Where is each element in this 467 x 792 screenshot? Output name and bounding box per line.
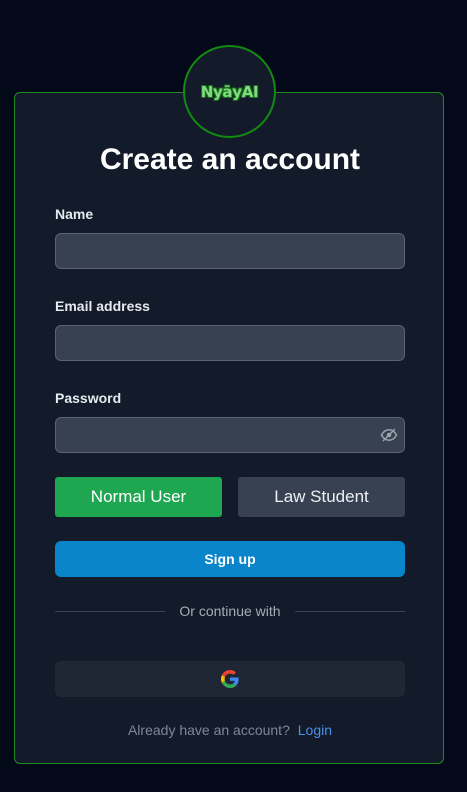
name-input[interactable]	[55, 233, 405, 269]
google-icon	[221, 670, 239, 688]
normal-user-button[interactable]: Normal User	[55, 477, 222, 517]
google-signin-button[interactable]	[55, 661, 405, 697]
password-input[interactable]	[55, 417, 405, 453]
login-prompt: Already have an account? Login	[0, 722, 460, 738]
login-link[interactable]: Login	[298, 722, 332, 738]
email-input[interactable]	[55, 325, 405, 361]
signup-button[interactable]: Sign up	[55, 541, 405, 577]
name-label: Name	[55, 206, 94, 222]
email-label: Email address	[55, 298, 150, 314]
logo-text: NyāyAI	[200, 82, 259, 101]
login-prompt-text: Already have an account?	[127, 722, 290, 738]
divider-left	[55, 611, 165, 612]
divider-text: Or continue with	[179, 603, 281, 619]
logo: NyāyAI	[183, 45, 276, 138]
password-label: Password	[55, 390, 122, 406]
eye-off-icon[interactable]	[380, 426, 398, 444]
law-student-button[interactable]: Law Student	[238, 477, 405, 517]
divider-right	[295, 611, 405, 612]
page-title: Create an account	[99, 143, 361, 176]
